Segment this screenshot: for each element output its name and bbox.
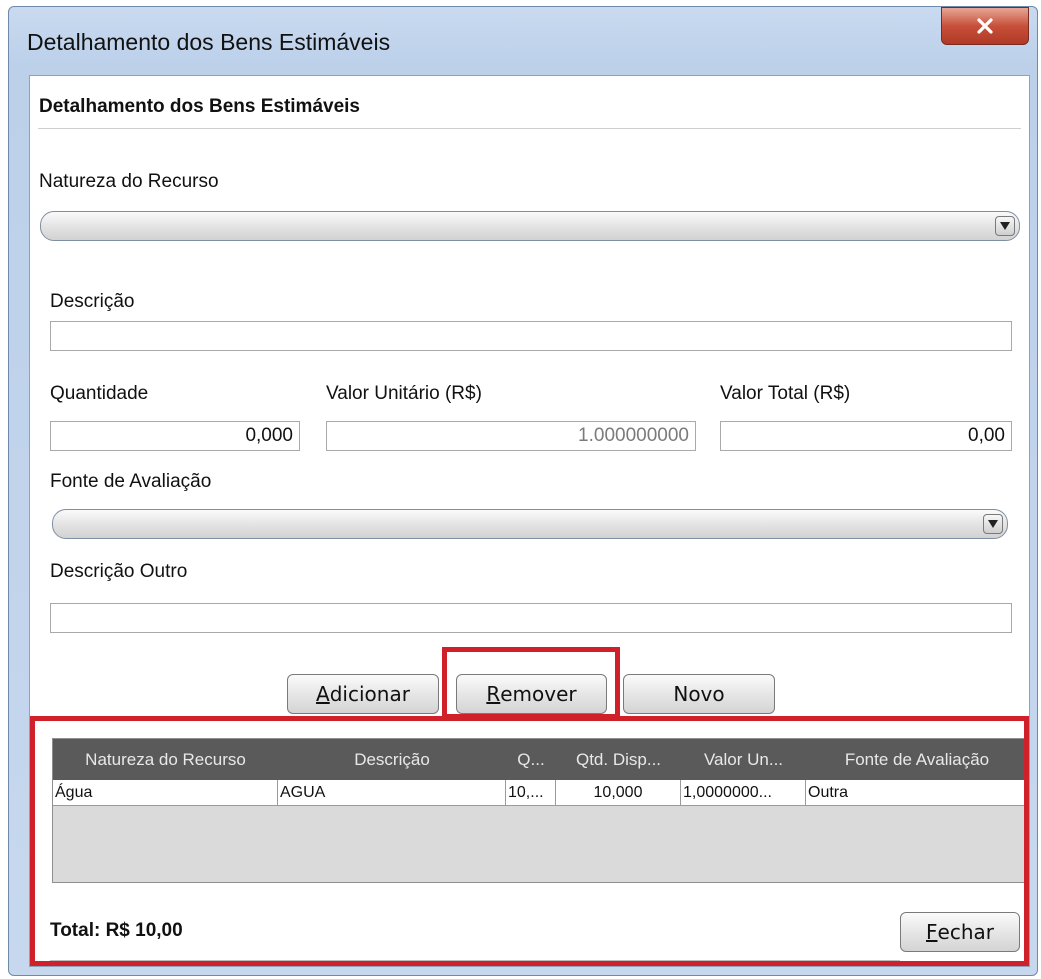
title-bar: Detalhamento dos Bens Estimáveis [9, 7, 1037, 69]
descricao-outro-field[interactable] [50, 603, 1012, 633]
close-x-icon [977, 18, 993, 34]
valor-unitario-label: Valor Unitário (R$) [326, 383, 482, 404]
descricao-label: Descrição [50, 291, 135, 312]
quantidade-label: Quantidade [50, 383, 149, 404]
dropdown-arrow-icon[interactable] [983, 514, 1003, 534]
descricao-field[interactable] [50, 321, 1012, 351]
quantidade-field[interactable]: 0,000 [50, 421, 300, 451]
novo-button[interactable]: Novo [623, 674, 775, 714]
fonte-label: Fonte de Avaliação [50, 471, 212, 492]
natureza-select[interactable] [40, 211, 1020, 241]
close-button[interactable] [941, 7, 1029, 45]
fonte-select[interactable] [52, 509, 1008, 539]
dropdown-arrow-icon[interactable] [995, 216, 1015, 236]
valor-total-label: Valor Total (R$) [720, 383, 851, 404]
valor-total-field[interactable]: 0,00 [720, 421, 1012, 451]
heading-separator [38, 128, 1021, 129]
window-title: Detalhamento dos Bens Estimáveis [27, 29, 391, 55]
adicionar-mnemonic: A [316, 682, 330, 706]
dialog-window: Detalhamento dos Bens Estimáveis Detalha… [8, 6, 1038, 976]
form-heading: Detalhamento dos Bens Estimáveis [39, 96, 360, 117]
natureza-label: Natureza do Recurso [39, 171, 219, 192]
dialog-content: Detalhamento dos Bens Estimáveis Naturez… [29, 75, 1030, 967]
adicionar-label: dicionar [329, 682, 410, 706]
descricao-outro-label: Descrição Outro [50, 561, 188, 582]
adicionar-button[interactable]: Adicionar [287, 674, 439, 714]
valor-unitario-field[interactable]: 1.000000000 [326, 421, 696, 451]
remover-highlight-box [442, 647, 620, 719]
table-highlight-box [30, 716, 1029, 966]
